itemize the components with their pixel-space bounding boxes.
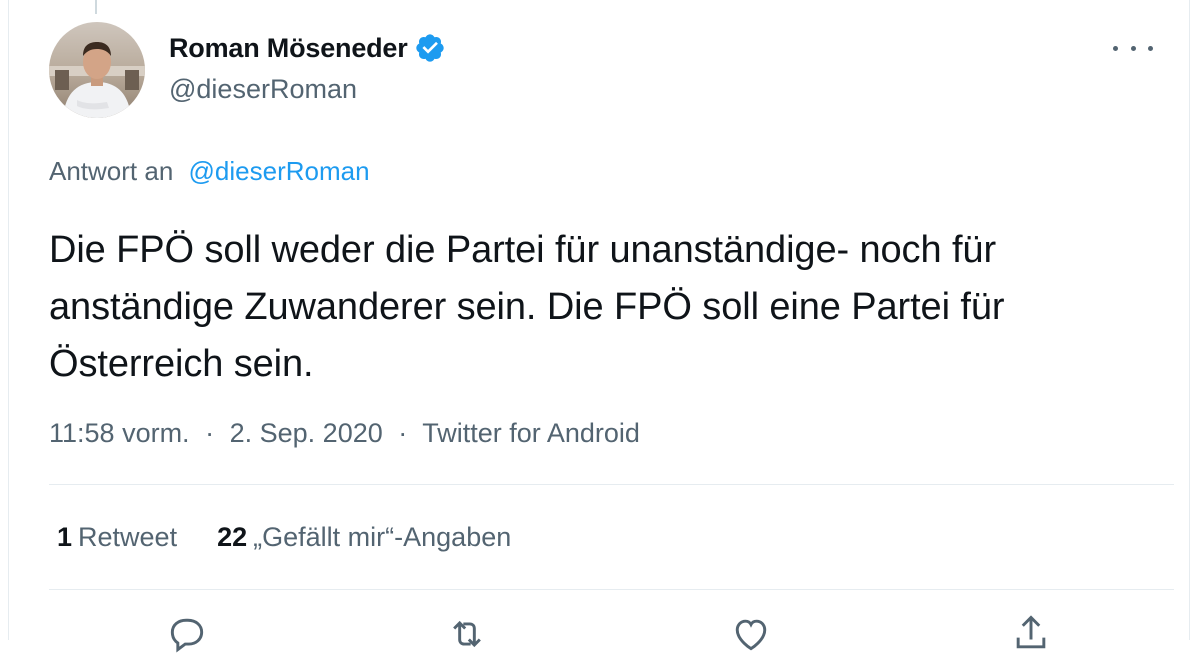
reply-to-link[interactable]: @dieserRoman: [189, 156, 370, 186]
verified-badge-icon: [414, 32, 446, 64]
reply-context: Antwort an @dieserRoman: [49, 156, 370, 187]
reply-button[interactable]: [165, 612, 209, 653]
avatar[interactable]: [49, 22, 145, 118]
likes-stat[interactable]: 22 „Gefällt mir“-Angaben: [217, 522, 511, 553]
heart-icon: [735, 619, 767, 651]
author-handle[interactable]: @dieserRoman: [169, 74, 357, 105]
likes-count: 22: [217, 522, 248, 552]
author-name-row[interactable]: Roman Möseneder: [169, 32, 446, 64]
tweet-date[interactable]: 2. Sep. 2020: [230, 418, 383, 448]
tweet-time[interactable]: 11:58 vorm.: [49, 418, 190, 448]
more-options-icon[interactable]: [1113, 36, 1153, 60]
divider: [49, 484, 1174, 485]
reply-prefix: Antwort an: [49, 156, 174, 186]
tweet-meta: 11:58 vorm. · 2. Sep. 2020 · Twitter for…: [49, 418, 640, 449]
display-name[interactable]: Roman Möseneder: [169, 33, 408, 64]
tweet-source[interactable]: Twitter for Android: [422, 418, 640, 448]
more-dot: [1148, 45, 1153, 51]
tweet-stats: 1 Retweet 22 „Gefällt mir“-Angaben: [57, 522, 551, 553]
retweets-stat[interactable]: 1 Retweet: [57, 522, 177, 553]
share-icon: [1016, 615, 1046, 649]
more-dot: [1113, 45, 1118, 51]
more-dot: [1130, 45, 1136, 51]
retweets-label: Retweet: [78, 522, 178, 552]
retweets-count: 1: [57, 522, 73, 552]
thread-connector-line: [95, 0, 97, 14]
retweet-icon: [453, 620, 481, 648]
like-button[interactable]: [729, 612, 773, 652]
likes-label: „Gefällt mir“-Angaben: [253, 522, 512, 552]
meta-separator: ·: [205, 418, 215, 448]
tweet-text: Die FPÖ soll weder die Partei für unanst…: [49, 229, 1005, 385]
tweet-card: Roman Möseneder @dieserRoman Antwort an …: [8, 0, 1190, 653]
share-button[interactable]: [1009, 612, 1053, 652]
meta-separator: ·: [398, 418, 408, 448]
avatar-photo: [49, 22, 145, 118]
divider: [49, 589, 1174, 590]
comment-icon: [170, 618, 204, 653]
retweet-button[interactable]: [445, 612, 489, 652]
